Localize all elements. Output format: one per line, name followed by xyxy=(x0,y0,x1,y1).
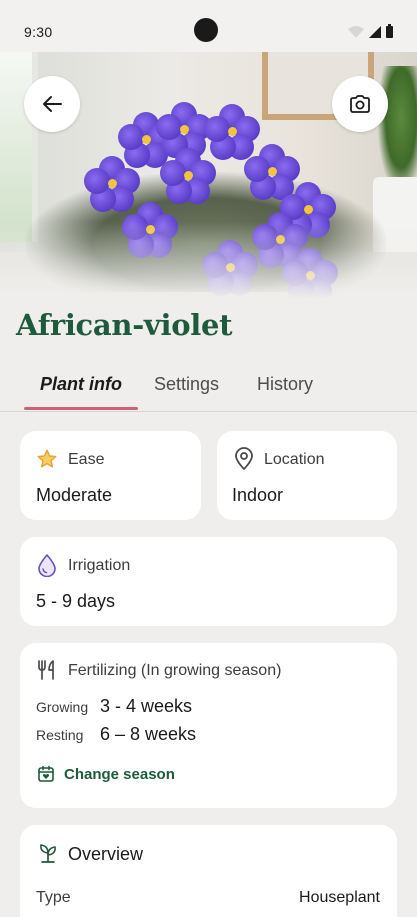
ease-card: Ease Moderate xyxy=(20,431,201,520)
ease-label: Ease xyxy=(68,451,105,468)
tab-plant-info[interactable]: Plant info xyxy=(40,374,122,395)
wifi-icon xyxy=(348,26,364,38)
active-tab-indicator xyxy=(24,407,138,410)
back-button[interactable] xyxy=(24,76,80,132)
front-camera xyxy=(194,18,218,42)
status-time: 9:30 xyxy=(24,24,53,40)
irrigation-card: Irrigation 5 - 9 days xyxy=(20,537,397,626)
arrow-left-icon xyxy=(43,96,62,112)
camera-icon xyxy=(350,95,370,113)
water-drop-icon xyxy=(38,554,56,577)
fork-knife-icon xyxy=(38,660,54,680)
type-label: Type xyxy=(36,889,71,906)
ease-value: Moderate xyxy=(36,485,113,505)
overview-title: Overview xyxy=(68,844,144,864)
resting-value: 6 – 8 weeks xyxy=(100,724,197,744)
tab-history[interactable]: History xyxy=(257,374,313,395)
photo-fade xyxy=(0,222,417,298)
growing-label: Growing xyxy=(36,699,89,715)
overview-card: Overview Type Houseplant xyxy=(20,825,397,917)
plant-name-title: African-violet xyxy=(16,308,233,342)
battery-icon xyxy=(386,24,393,38)
growing-value: 3 - 4 weeks xyxy=(100,696,193,716)
violet-flower xyxy=(160,148,216,204)
sprout-icon xyxy=(40,844,56,863)
resting-label: Resting xyxy=(36,727,84,743)
status-bar: 9:30 xyxy=(0,0,417,52)
location-value: Indoor xyxy=(232,485,284,505)
irrigation-label: Irrigation xyxy=(68,557,131,574)
star-icon xyxy=(37,449,57,468)
status-icons xyxy=(348,24,393,38)
tab-settings[interactable]: Settings xyxy=(154,374,219,395)
irrigation-value: 5 - 9 days xyxy=(36,591,116,611)
camera-button[interactable] xyxy=(332,76,388,132)
location-card: Location Indoor xyxy=(217,431,397,520)
cellular-signal-icon xyxy=(369,26,381,38)
location-pin-icon xyxy=(235,447,253,470)
type-value: Houseplant xyxy=(299,889,380,906)
fertilizing-card: Fertilizing (In growing season) Growing … xyxy=(20,643,397,808)
tab-bar: Plant info Settings History xyxy=(0,364,417,412)
location-label: Location xyxy=(264,451,325,468)
change-season-link[interactable]: Change season xyxy=(64,766,175,783)
fertilizing-label: Fertilizing (In growing season) xyxy=(68,662,282,679)
calendar-heart-icon xyxy=(38,765,54,782)
